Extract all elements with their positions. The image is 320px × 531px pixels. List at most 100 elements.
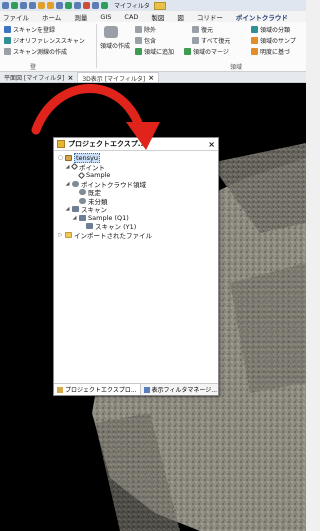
- tree-item[interactable]: ◢ ポイントクラウド領域: [58, 180, 214, 189]
- scan-measure-button[interactable]: スキャン測線の作成: [4, 47, 67, 56]
- select-icon[interactable]: [101, 2, 108, 9]
- close-icon[interactable]: ×: [148, 74, 154, 82]
- restore-all-button[interactable]: すべて復元: [192, 36, 230, 45]
- view-filter-label: マイフィルタ: [114, 3, 150, 10]
- brightness-based-button[interactable]: 明度に基づ: [251, 47, 290, 56]
- close-icon[interactable]: ×: [208, 140, 215, 149]
- tab-cad[interactable]: CAD: [124, 13, 138, 21]
- document-tabs: 平面図 [マイフィルタ] × 3D表示 [マイフィルタ] ×: [0, 72, 306, 83]
- tab-drawing[interactable]: 図: [177, 12, 184, 22]
- folder-icon: [65, 231, 72, 238]
- exclude-button[interactable]: 除外: [135, 25, 156, 34]
- georeference-scan-button[interactable]: ジオリファレンススキャン: [4, 36, 85, 45]
- tree-item[interactable]: ◢ スキャン: [58, 205, 214, 214]
- tree-item-label: ポイント: [79, 163, 105, 172]
- tab-gis[interactable]: GIS: [100, 13, 111, 21]
- zoom-icon[interactable]: [65, 2, 72, 9]
- georeference-scan-label: ジオリファレンススキャン: [13, 38, 85, 45]
- register-scan-label: スキャンを登録: [13, 27, 56, 34]
- georeference-icon: [4, 37, 11, 44]
- new-icon[interactable]: [11, 2, 18, 9]
- cloud-icon: [79, 197, 86, 204]
- tree-item-label: スキャン: [81, 206, 107, 215]
- scan-measure-icon: [4, 48, 11, 55]
- scan-measure-label: スキャン測線の作成: [13, 49, 68, 56]
- view-filter-dropdown[interactable]: [153, 1, 166, 10]
- panel-header[interactable]: プロジェクトエクスプ... ×: [54, 138, 218, 151]
- tab-home[interactable]: ホーム: [42, 12, 61, 22]
- view-icon[interactable]: [92, 2, 99, 9]
- panel-title: プロジェクトエクスプ...: [68, 140, 146, 148]
- restore-icon: [192, 26, 199, 33]
- tab-label: プロジェクトエクスプロ...: [65, 387, 137, 394]
- include-button[interactable]: 包含: [135, 36, 156, 45]
- redo-icon[interactable]: [47, 2, 54, 9]
- scan-icon: [72, 206, 79, 213]
- tree-toggle-icon[interactable]: ◢: [65, 164, 70, 170]
- app-icon[interactable]: [2, 2, 9, 9]
- brightness-icon: [251, 48, 258, 55]
- ribbon-panel: スキャンを登録 ジオリファレンススキャン スキャン測線の作成 登 領域の作成 除…: [0, 22, 306, 72]
- region-create-label: 領域の作成: [100, 43, 131, 50]
- tree-toggle-icon[interactable]: ◢: [72, 215, 77, 221]
- merge-region-button[interactable]: 領域のマージ: [184, 47, 229, 56]
- tree-toggle-icon[interactable]: ▷: [58, 232, 63, 238]
- doc-tab-plan[interactable]: 平面図 [マイフィルタ] ×: [0, 72, 77, 83]
- close-icon[interactable]: ×: [67, 74, 73, 82]
- tree-toggle-icon[interactable]: ◢: [65, 206, 70, 212]
- tree-toggle-icon[interactable]: ▢: [58, 155, 63, 161]
- print-icon[interactable]: [56, 2, 63, 9]
- restore-button[interactable]: 復元: [192, 25, 213, 34]
- doc-tab-plan-label: 平面図 [マイフィルタ]: [4, 75, 65, 82]
- open-icon[interactable]: [20, 2, 27, 9]
- save-icon[interactable]: [29, 2, 36, 9]
- project-icon: [65, 155, 72, 162]
- project-explorer-icon: [57, 386, 63, 393]
- tab-survey[interactable]: 測量: [74, 12, 87, 22]
- tree-item-label: インポートされたファイル: [74, 231, 152, 240]
- merge-region-icon: [184, 48, 191, 55]
- include-label: 包含: [144, 38, 157, 45]
- layer-icon[interactable]: [83, 2, 90, 9]
- register-scan-button[interactable]: スキャンを登録: [4, 25, 55, 34]
- brightness-based-label: 明度に基づ: [260, 49, 291, 56]
- tree-toggle-icon[interactable]: ◢: [65, 181, 70, 187]
- doc-tab-3d-label: 3D表示 [マイフィルタ]: [82, 75, 146, 83]
- region-create-button[interactable]: [104, 26, 118, 38]
- group-register-label: 登: [30, 64, 37, 71]
- project-tree: ▢ tensyu ◢ ポイント Sample ◢ ポイントクラウド領域 既定 未…: [54, 151, 218, 240]
- region-classify-icon: [251, 26, 258, 33]
- include-icon: [135, 37, 142, 44]
- quick-access-toolbar: マイフィルタ: [0, 0, 306, 11]
- filter-icon: [143, 386, 150, 393]
- panel-footer-tabs: プロジェクトエクスプロ... 表示フィルタマネージ...: [54, 383, 218, 395]
- add-to-region-button[interactable]: 領域に追加: [135, 47, 174, 56]
- tree-item[interactable]: ◢ ポイント: [58, 163, 214, 172]
- restore-label: 復元: [201, 27, 214, 34]
- undo-icon[interactable]: [38, 2, 45, 9]
- pointcloud-icon: [72, 180, 79, 187]
- tab-drafting[interactable]: 製図: [151, 12, 164, 22]
- doc-tab-3d[interactable]: 3D表示 [マイフィルタ] ×: [77, 72, 160, 83]
- tab-project-explorer[interactable]: プロジェクトエクスプロ...: [54, 384, 141, 395]
- tab-view-filter-manager[interactable]: 表示フィルタマネージ...: [141, 384, 220, 395]
- add-to-region-label: 領域に追加: [144, 49, 175, 56]
- region-create-icon: [104, 26, 118, 38]
- project-explorer-icon: [57, 140, 65, 148]
- ribbon-separator: [96, 24, 97, 68]
- tree-item[interactable]: ▷ インポートされたファイル: [58, 231, 214, 240]
- register-scan-icon: [4, 26, 11, 33]
- project-explorer-panel[interactable]: プロジェクトエクスプ... × ▢ tensyu ◢ ポイント Sample ◢…: [53, 137, 219, 396]
- merge-region-label: 領域のマージ: [193, 49, 229, 56]
- tree-item[interactable]: 既定: [58, 188, 214, 197]
- tab-file[interactable]: ファイル: [3, 12, 29, 22]
- point-icon: [70, 163, 79, 171]
- region-sample-label: 領域のサンプ: [260, 38, 296, 45]
- tab-pointcloud[interactable]: ポイントクラウド: [236, 12, 288, 22]
- pan-icon[interactable]: [74, 2, 81, 9]
- region-classify-button[interactable]: 領域の分類: [251, 25, 290, 34]
- restore-all-label: すべて復元: [201, 38, 231, 45]
- tab-corridor[interactable]: コリドー: [197, 12, 223, 22]
- ribbon-tabs: ファイル ホーム 測量 GIS CAD 製図 図 コリドー ポイントクラウド: [0, 11, 306, 22]
- region-sample-button[interactable]: 領域のサンプ: [251, 36, 296, 45]
